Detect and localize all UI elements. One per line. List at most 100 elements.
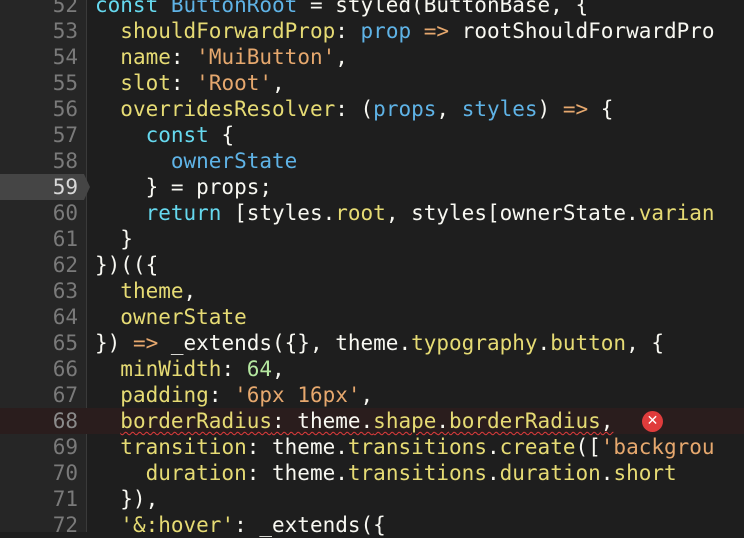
line-number[interactable]: 67: [0, 382, 78, 408]
code-token: ,: [360, 383, 374, 407]
line-number[interactable]: 65: [0, 330, 78, 356]
code-token: duration: [499, 461, 601, 485]
line-number[interactable]: 54: [0, 44, 78, 70]
code-token: {: [208, 123, 235, 147]
code-line-55[interactable]: 55 slot: 'Root',: [0, 70, 744, 96]
code-line-69[interactable]: 69 transition: theme.transitions.create(…: [0, 434, 744, 460]
line-number[interactable]: 72: [0, 512, 78, 538]
code-line-67[interactable]: 67 padding: '6px 16px',: [0, 382, 744, 408]
line-number[interactable]: 62: [0, 252, 78, 278]
line-number[interactable]: 60: [0, 200, 78, 226]
code-line-68[interactable]: 68 ✕ borderRadius: theme.shape.borderRadi…: [0, 408, 744, 434]
line-number[interactable]: 64: [0, 304, 78, 330]
code-token: borderRadius: [449, 409, 601, 433]
code-text[interactable]: ownerState: [95, 304, 246, 330]
line-number[interactable]: 58: [0, 148, 78, 174]
code-line-65[interactable]: 65 }) => _extends({}, theme.typography.bu…: [0, 330, 744, 356]
code-line-63[interactable]: 63 theme,: [0, 278, 744, 304]
line-number[interactable]: 70: [0, 460, 78, 486]
line-number[interactable]: 56: [0, 96, 78, 122]
line-number[interactable]: 52: [0, 0, 78, 18]
code-token: borderRadius: [120, 409, 273, 433]
code-token: : theme.: [272, 409, 374, 433]
code-token: : theme.: [246, 435, 348, 459]
code-text[interactable]: } = props;: [95, 174, 272, 200]
code-line-53[interactable]: 53 shouldForwardProp: prop => rootShould…: [0, 18, 744, 44]
code-editor[interactable]: 52 const ButtonRoot = styled(ButtonBase, …: [0, 0, 744, 537]
code-text[interactable]: slot: 'Root',: [95, 70, 284, 96]
code-line-72[interactable]: 72 '&:hover': _extends({: [0, 512, 744, 538]
line-number[interactable]: 53: [0, 18, 78, 44]
code-text[interactable]: name: 'MuiButton',: [95, 44, 348, 70]
code-line-66[interactable]: 66 minWidth: 64,: [0, 356, 744, 382]
code-token: =>: [132, 331, 159, 355]
code-token: minWidth: [120, 357, 222, 381]
code-text[interactable]: }: [95, 226, 133, 252]
code-line-58[interactable]: 58 ownerState: [0, 148, 744, 174]
line-number[interactable]: 57: [0, 122, 78, 148]
code-token: })(({: [95, 253, 159, 277]
code-text[interactable]: })(({: [95, 252, 158, 278]
code-text[interactable]: theme,: [95, 278, 196, 304]
code-text[interactable]: borderRadius: theme.shape.borderRadius,: [95, 408, 613, 434]
code-token: _extends({}, theme.: [158, 331, 412, 355]
line-number[interactable]: 63: [0, 278, 78, 304]
code-text[interactable]: '&:hover': _extends({: [95, 512, 386, 538]
code-text[interactable]: const {: [95, 122, 235, 148]
code-text[interactable]: overridesResolver: (props, styles) => {: [95, 96, 613, 122]
code-text[interactable]: }),: [95, 486, 158, 512]
code-line-64[interactable]: 64 ownerState: [0, 304, 744, 330]
line-number[interactable]: 69: [0, 434, 78, 460]
code-text[interactable]: duration: theme.transitions.duration.sho…: [95, 460, 677, 486]
code-text[interactable]: const ButtonRoot = styled(ButtonBase, {: [95, 0, 588, 18]
code-token: '&:hover': [120, 513, 235, 537]
code-token: styles: [461, 97, 538, 121]
code-token: .: [600, 461, 614, 485]
line-number[interactable]: 71: [0, 486, 78, 512]
code-line-62[interactable]: 62 })(({: [0, 252, 744, 278]
code-token: const: [145, 123, 209, 147]
code-token: .: [486, 461, 500, 485]
code-text[interactable]: ownerState: [95, 148, 297, 174]
code-token: : (: [335, 97, 374, 121]
line-number[interactable]: 68: [0, 408, 78, 434]
code-token: name: [120, 45, 171, 69]
code-token: theme: [120, 279, 184, 303]
code-token: rootShouldForwardPro: [449, 19, 715, 43]
code-line-59[interactable]: 59 } = props;: [0, 174, 744, 200]
code-text[interactable]: return [styles.root, styles[ownerState.v…: [95, 200, 715, 226]
code-text[interactable]: padding: '6px 16px',: [95, 382, 373, 408]
code-text[interactable]: transition: theme.transitions.create(['b…: [95, 434, 714, 460]
code-line-70[interactable]: 70 duration: theme.transitions.duration.…: [0, 460, 744, 486]
code-token: :: [170, 45, 197, 69]
code-text[interactable]: shouldForwardProp: prop => rootShouldFor…: [95, 18, 715, 44]
code-token: = styled(ButtonBase, {: [297, 0, 589, 17]
code-line-60[interactable]: 60 return [styles.root, styles[ownerStat…: [0, 200, 744, 226]
line-number[interactable]: 66: [0, 356, 78, 382]
code-token: .: [537, 331, 551, 355]
code-token: 'Root': [196, 71, 273, 95]
code-line-54[interactable]: 54 name: 'MuiButton',: [0, 44, 744, 70]
error-icon[interactable]: ✕: [642, 411, 663, 432]
code-line-52[interactable]: 52 const ButtonRoot = styled(ButtonBase, …: [0, 0, 744, 18]
line-number[interactable]: 59: [0, 174, 90, 200]
code-token: transition: [120, 435, 247, 459]
code-text[interactable]: minWidth: 64,: [95, 356, 284, 382]
line-number[interactable]: 55: [0, 70, 78, 96]
code-token: ): [537, 97, 563, 121]
code-token: return: [145, 201, 222, 225]
code-line-61[interactable]: 61 }: [0, 226, 744, 252]
code-line-56[interactable]: 56 overridesResolver: (props, styles) =>…: [0, 96, 744, 122]
code-line-57[interactable]: 57 const {: [0, 122, 744, 148]
code-text[interactable]: }) => _extends({}, theme.typography.butt…: [95, 330, 664, 356]
line-number[interactable]: 61: [0, 226, 78, 252]
code-token: ,: [183, 279, 197, 303]
code-line-71[interactable]: 71 }),: [0, 486, 744, 512]
